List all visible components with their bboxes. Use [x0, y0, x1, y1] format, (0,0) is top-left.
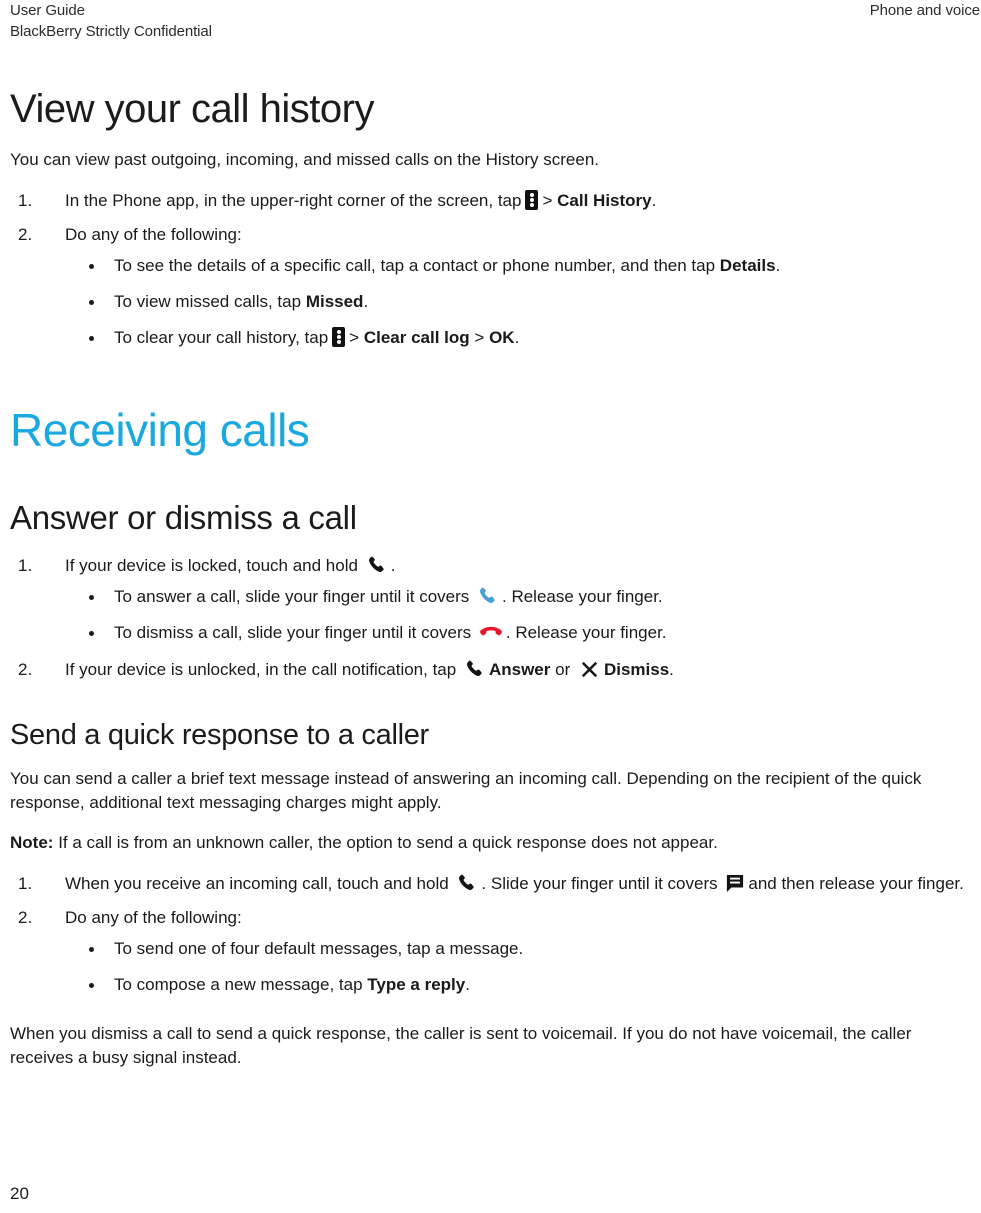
step-item: If your device is locked, touch and hold… [10, 553, 966, 645]
step-period: . [390, 556, 396, 575]
quick-response-note: Note: If a call is from an unknown calle… [10, 831, 966, 855]
bullet-text: To answer a call, slide your finger unti… [114, 587, 470, 606]
call-history-bullets: To see the details of a specific call, t… [83, 254, 966, 350]
or-label: or [555, 660, 571, 679]
answer-dismiss-bullets: To answer a call, slide your finger unti… [83, 585, 966, 645]
chapter-title-receiving-calls: Receiving calls [10, 404, 310, 456]
overflow-menu-icon [332, 327, 346, 347]
phone-handset-icon [366, 555, 388, 575]
bullet-after: . Release your finger. [502, 587, 663, 606]
bullet-bold: Type a reply [367, 975, 466, 994]
document-page: User Guide BlackBerry Strictly Confident… [0, 0, 981, 1213]
bullet-text: To clear your call history, tap [114, 328, 329, 347]
bullet-bold: OK [489, 328, 515, 347]
page-content: View your call history You can view past… [10, 86, 966, 1086]
section-title-answer-dismiss: Answer or dismiss a call [10, 499, 357, 536]
answer-dismiss-steps: If your device is locked, touch and hold… [10, 553, 966, 682]
end-call-icon [479, 624, 503, 640]
bullet-text: To view missed calls, tap [114, 292, 302, 311]
bullet-text: To dismiss a call, slide your finger unt… [114, 623, 472, 642]
bullet-period: . [514, 328, 520, 347]
list-item: To dismiss a call, slide your finger unt… [83, 621, 966, 645]
overflow-menu-icon [525, 190, 539, 210]
bullet-bold: Clear call log [363, 328, 470, 347]
step-text: If your device is locked, touch and hold [65, 556, 358, 575]
step-text: When you receive an incoming call, touch… [65, 874, 449, 893]
answer-label: Answer [488, 660, 551, 679]
bullet-text: To see the details of a specific call, t… [114, 256, 716, 275]
step-period: . [651, 191, 657, 210]
quick-response-steps: When you receive an incoming call, touch… [10, 871, 966, 997]
header-confidential-label: BlackBerry Strictly Confidential [10, 23, 212, 40]
bullet-text: To send one of four default messages, ta… [114, 939, 524, 958]
bullet-bold: Details [719, 256, 776, 275]
running-header: User Guide BlackBerry Strictly Confident… [0, 0, 981, 46]
step-item: Do any of the following: To send one of … [10, 905, 966, 997]
list-item: To compose a new message, tap Type a rep… [83, 973, 966, 997]
step-mid-text: . Slide your finger until it covers [481, 874, 718, 893]
bullet-period: . [363, 292, 369, 311]
message-bubble-icon [726, 874, 744, 893]
note-label: Note: [10, 833, 54, 852]
step-item: Do any of the following: To see the deta… [10, 222, 966, 350]
list-item: To see the details of a specific call, t… [83, 254, 966, 278]
section-title-quick-response: Send a quick response to a caller [10, 719, 429, 751]
header-chapter-label: Phone and voice [869, 2, 980, 19]
phone-handset-icon [456, 873, 478, 893]
bullet-period: . [775, 256, 781, 275]
quick-response-closing: When you dismiss a call to send a quick … [10, 1024, 912, 1067]
step-item: If your device is unlocked, in the call … [10, 657, 966, 682]
list-item: To answer a call, slide your finger unti… [83, 585, 966, 609]
list-item: To clear your call history, tap > Clear c… [83, 326, 966, 350]
quick-response-intro: You can send a caller a brief text messa… [10, 769, 922, 812]
bullet-bold: Missed [305, 292, 364, 311]
page-number: 20 [10, 1184, 29, 1203]
answer-call-icon [477, 586, 499, 606]
step-bold-target: Call History [557, 191, 652, 210]
call-history-intro: You can view past outgoing, incoming, an… [10, 150, 600, 169]
list-item: To send one of four default messages, ta… [83, 937, 966, 961]
header-left-block: User Guide BlackBerry Strictly Confident… [10, 0, 212, 42]
close-x-icon [580, 660, 599, 679]
dismiss-label: Dismiss [603, 660, 670, 679]
quick-response-bullets: To send one of four default messages, ta… [83, 937, 966, 997]
bullet-text: To compose a new message, tap [114, 975, 363, 994]
header-user-guide-label: User Guide [10, 2, 85, 19]
page-title-call-history: View your call history [10, 87, 374, 131]
note-text: If a call is from an unknown caller, the… [58, 833, 718, 852]
step-separator: > [542, 191, 553, 210]
bullet-period: . [465, 975, 470, 994]
bullet-separator: > [474, 328, 485, 347]
list-item: To view missed calls, tap Missed. [83, 290, 966, 314]
step-item: In the Phone app, in the upper-right cor… [10, 188, 966, 213]
step-after-text: and then release your finger. [748, 874, 964, 893]
phone-handset-icon [464, 659, 486, 679]
step-text: Do any of the following: [65, 225, 242, 244]
bullet-after: . Release your finger. [505, 623, 667, 642]
step-text: In the Phone app, in the upper-right cor… [65, 191, 522, 210]
step-text: If your device is unlocked, in the call … [65, 660, 457, 679]
step-item: When you receive an incoming call, touch… [10, 871, 966, 896]
step-text: Do any of the following: [65, 908, 242, 927]
call-history-steps: In the Phone app, in the upper-right cor… [10, 188, 966, 350]
bullet-separator: > [349, 328, 360, 347]
step-period: . [669, 660, 674, 679]
